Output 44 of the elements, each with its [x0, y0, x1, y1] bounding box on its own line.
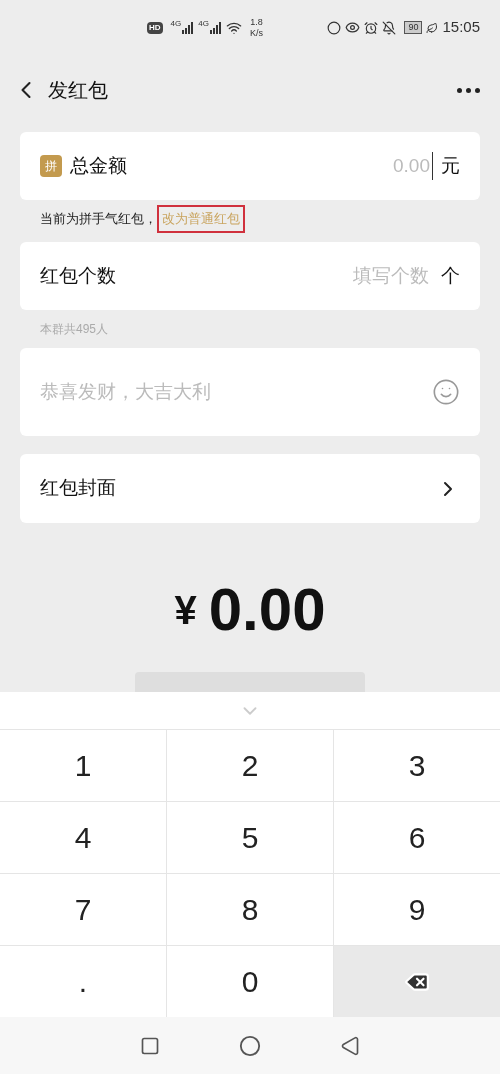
amount-input[interactable]: 0.00: [363, 151, 433, 181]
key-button[interactable]: 9: [334, 874, 500, 945]
leaf-icon: [426, 21, 439, 34]
alarm-icon: [364, 20, 379, 35]
count-input[interactable]: 填写个数: [329, 261, 429, 291]
speed-unit: K/s: [249, 27, 263, 39]
lucky-badge: 拼: [40, 155, 62, 177]
recents-icon[interactable]: [139, 1035, 160, 1056]
home-icon[interactable]: [239, 1034, 261, 1057]
signal-icon: [209, 21, 222, 34]
key-button[interactable]: 0: [167, 946, 333, 1017]
unit-label: 个: [441, 263, 460, 288]
page-title: 发红包: [48, 78, 108, 103]
currency-symbol: ¥: [174, 587, 197, 634]
battery-label: 90: [404, 21, 423, 34]
key-button[interactable]: 7: [0, 874, 166, 945]
clock-time: 15:05: [442, 17, 480, 38]
more-icon[interactable]: [457, 87, 480, 93]
back-nav-icon[interactable]: [340, 1035, 361, 1056]
count-label: 红包个数: [40, 263, 116, 288]
key-button[interactable]: 2: [167, 730, 333, 801]
key-button[interactable]: 6: [334, 802, 500, 873]
cover-row[interactable]: 红包封面: [20, 454, 480, 523]
network-label: 4G: [198, 18, 209, 30]
key-button[interactable]: 4: [0, 802, 166, 873]
hd-label: HD: [147, 21, 163, 34]
emoji-icon[interactable]: [432, 378, 460, 406]
status-icon: [327, 20, 342, 35]
key-button[interactable]: 1: [0, 730, 166, 801]
eye-icon: [345, 20, 361, 35]
unit-label: 元: [441, 153, 460, 178]
type-note: 当前为拼手气红包，: [40, 210, 157, 229]
bell-off-icon: [382, 20, 397, 35]
total-amount: 0.00: [208, 578, 326, 642]
key-button[interactable]: 3: [334, 730, 500, 801]
member-count: 本群共495人: [40, 321, 109, 338]
network-label: 4G: [170, 18, 182, 30]
amount-label: 总金额: [70, 153, 127, 178]
key-button[interactable]: 5: [167, 802, 333, 873]
key-button[interactable]: 8: [167, 874, 333, 945]
key-button[interactable]: .: [0, 946, 166, 1017]
signal-icon: [182, 21, 195, 34]
speed-value: 1.8: [250, 16, 263, 28]
message-field[interactable]: 恭喜发财，大吉大利: [20, 348, 480, 436]
